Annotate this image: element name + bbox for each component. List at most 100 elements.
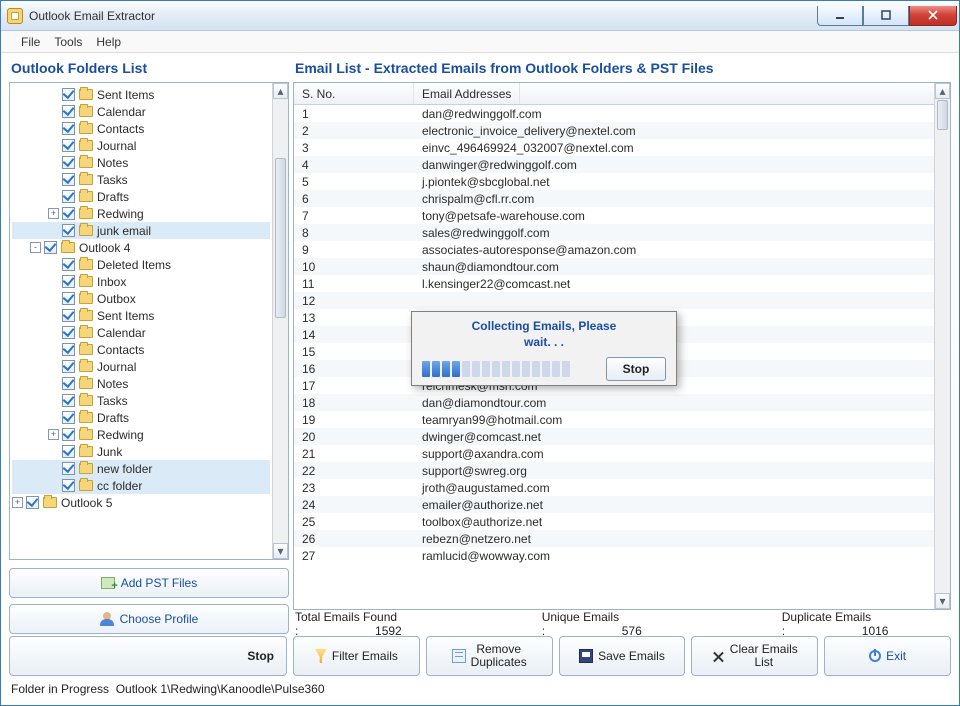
remove-duplicates-button[interactable]: RemoveDuplicates xyxy=(426,636,553,676)
folder-checkbox[interactable] xyxy=(62,122,75,135)
table-row[interactable]: 10shaun@diamondtour.com xyxy=(294,258,934,275)
table-row[interactable]: 11l.kensinger22@comcast.net xyxy=(294,275,934,292)
folder-checkbox[interactable] xyxy=(62,343,75,356)
table-row[interactable]: 27ramlucid@wowway.com xyxy=(294,547,934,564)
tree-item[interactable]: Journal xyxy=(12,358,270,375)
folder-checkbox[interactable] xyxy=(62,207,75,220)
tree-item[interactable]: Drafts xyxy=(12,188,270,205)
tree-item[interactable]: Tasks xyxy=(12,392,270,409)
tree-item[interactable]: Notes xyxy=(12,375,270,392)
tree-item[interactable]: Contacts xyxy=(12,341,270,358)
tree-item[interactable]: -Outlook 4 xyxy=(12,239,270,256)
folder-checkbox[interactable] xyxy=(62,173,75,186)
tree-item[interactable]: Tasks xyxy=(12,171,270,188)
folders-tree[interactable]: Sent ItemsCalendarContactsJournalNotesTa… xyxy=(9,82,289,560)
table-row[interactable]: 7tony@petsafe-warehouse.com xyxy=(294,207,934,224)
folder-checkbox[interactable] xyxy=(62,105,75,118)
folder-checkbox[interactable] xyxy=(62,326,75,339)
table-row[interactable]: 20dwinger@comcast.net xyxy=(294,428,934,445)
folder-checkbox[interactable] xyxy=(62,224,75,237)
expander-icon[interactable]: + xyxy=(48,429,59,440)
scroll-down-icon[interactable]: ▾ xyxy=(273,543,288,559)
folder-checkbox[interactable] xyxy=(62,190,75,203)
table-row[interactable]: 3einvc_496469924_032007@nextel.com xyxy=(294,139,934,156)
tree-item[interactable]: Notes xyxy=(12,154,270,171)
maximize-button[interactable] xyxy=(863,6,909,26)
folder-checkbox[interactable] xyxy=(62,428,75,441)
col-sn[interactable]: S. No. xyxy=(294,83,414,104)
tree-item[interactable]: Outbox xyxy=(12,290,270,307)
menu-file[interactable]: File xyxy=(21,35,40,49)
tree-item[interactable]: Sent Items xyxy=(12,86,270,103)
scroll-down-icon[interactable]: ▾ xyxy=(935,593,950,609)
table-row[interactable]: 23jroth@augustamed.com xyxy=(294,479,934,496)
menu-help[interactable]: Help xyxy=(96,35,121,49)
table-row[interactable]: 25toolbox@authorize.net xyxy=(294,513,934,530)
folder-checkbox[interactable] xyxy=(44,241,57,254)
folder-checkbox[interactable] xyxy=(62,309,75,322)
folder-checkbox[interactable] xyxy=(62,258,75,271)
table-row[interactable]: 2electronic_invoice_delivery@nextel.com xyxy=(294,122,934,139)
scroll-up-icon[interactable]: ▴ xyxy=(273,83,288,99)
tree-item[interactable]: Junk xyxy=(12,443,270,460)
clear-emails-button[interactable]: Clear EmailsList xyxy=(691,636,818,676)
progress-stop-button[interactable]: Stop xyxy=(606,357,666,381)
stop-button[interactable]: Stop xyxy=(9,636,287,676)
folder-checkbox[interactable] xyxy=(62,139,75,152)
titlebar[interactable]: Outlook Email Extractor xyxy=(1,1,959,31)
minimize-button[interactable] xyxy=(817,6,863,26)
folder-checkbox[interactable] xyxy=(62,156,75,169)
tree-item[interactable]: Calendar xyxy=(12,324,270,341)
table-row[interactable]: 1dan@redwinggolf.com xyxy=(294,105,934,122)
expander-icon[interactable]: - xyxy=(30,242,41,253)
folder-checkbox[interactable] xyxy=(62,88,75,101)
table-row[interactable]: 8sales@redwinggolf.com xyxy=(294,224,934,241)
expander-icon[interactable]: + xyxy=(48,208,59,219)
exit-button[interactable]: Exit xyxy=(824,636,951,676)
folder-checkbox[interactable] xyxy=(62,292,75,305)
tree-scrollbar[interactable]: ▴ ▾ xyxy=(272,83,288,559)
folder-checkbox[interactable] xyxy=(62,411,75,424)
grid-header[interactable]: S. No. Email Addresses xyxy=(294,83,934,105)
tree-item[interactable]: Calendar xyxy=(12,103,270,120)
tree-item[interactable]: Contacts xyxy=(12,120,270,137)
tree-item[interactable]: +Redwing xyxy=(12,205,270,222)
table-row[interactable]: 5j.piontek@sbcglobal.net xyxy=(294,173,934,190)
grid-scrollbar[interactable]: ▴ ▾ xyxy=(934,83,950,609)
folder-checkbox[interactable] xyxy=(62,479,75,492)
tree-item[interactable]: cc folder xyxy=(12,477,270,494)
col-email[interactable]: Email Addresses xyxy=(414,83,520,104)
folder-checkbox[interactable] xyxy=(62,394,75,407)
scroll-thumb[interactable] xyxy=(937,100,948,130)
tree-item[interactable]: Inbox xyxy=(12,273,270,290)
tree-item[interactable]: Sent Items xyxy=(12,307,270,324)
table-row[interactable]: 24emailer@authorize.net xyxy=(294,496,934,513)
scroll-thumb[interactable] xyxy=(275,158,286,318)
choose-profile-button[interactable]: Choose Profile xyxy=(9,604,289,634)
save-emails-button[interactable]: Save Emails xyxy=(559,636,686,676)
tree-item[interactable]: +Redwing xyxy=(12,426,270,443)
table-row[interactable]: 4danwinger@redwinggolf.com xyxy=(294,156,934,173)
table-row[interactable]: 21support@axandra.com xyxy=(294,445,934,462)
table-row[interactable]: 9associates-autoresponse@amazon.com xyxy=(294,241,934,258)
table-row[interactable]: 12 xyxy=(294,292,934,309)
tree-item[interactable]: Journal xyxy=(12,137,270,154)
filter-emails-button[interactable]: Filter Emails xyxy=(293,636,420,676)
scroll-up-icon[interactable]: ▴ xyxy=(935,83,950,99)
close-button[interactable] xyxy=(909,6,957,26)
table-row[interactable]: 19teamryan99@hotmail.com xyxy=(294,411,934,428)
table-row[interactable]: 6chrispalm@cfl.rr.com xyxy=(294,190,934,207)
expander-icon[interactable]: + xyxy=(12,497,23,508)
tree-item[interactable]: +Outlook 5 xyxy=(12,494,270,511)
table-row[interactable]: 26rebezn@netzero.net xyxy=(294,530,934,547)
table-row[interactable]: 22support@swreg.org xyxy=(294,462,934,479)
tree-item[interactable]: Drafts xyxy=(12,409,270,426)
menu-tools[interactable]: Tools xyxy=(54,35,82,49)
folder-checkbox[interactable] xyxy=(62,360,75,373)
tree-item[interactable]: Deleted Items xyxy=(12,256,270,273)
add-pst-button[interactable]: Add PST Files xyxy=(9,568,289,598)
tree-item[interactable]: new folder xyxy=(12,460,270,477)
folder-checkbox[interactable] xyxy=(62,462,75,475)
table-row[interactable]: 18dan@diamondtour.com xyxy=(294,394,934,411)
tree-item[interactable]: junk email xyxy=(12,222,270,239)
